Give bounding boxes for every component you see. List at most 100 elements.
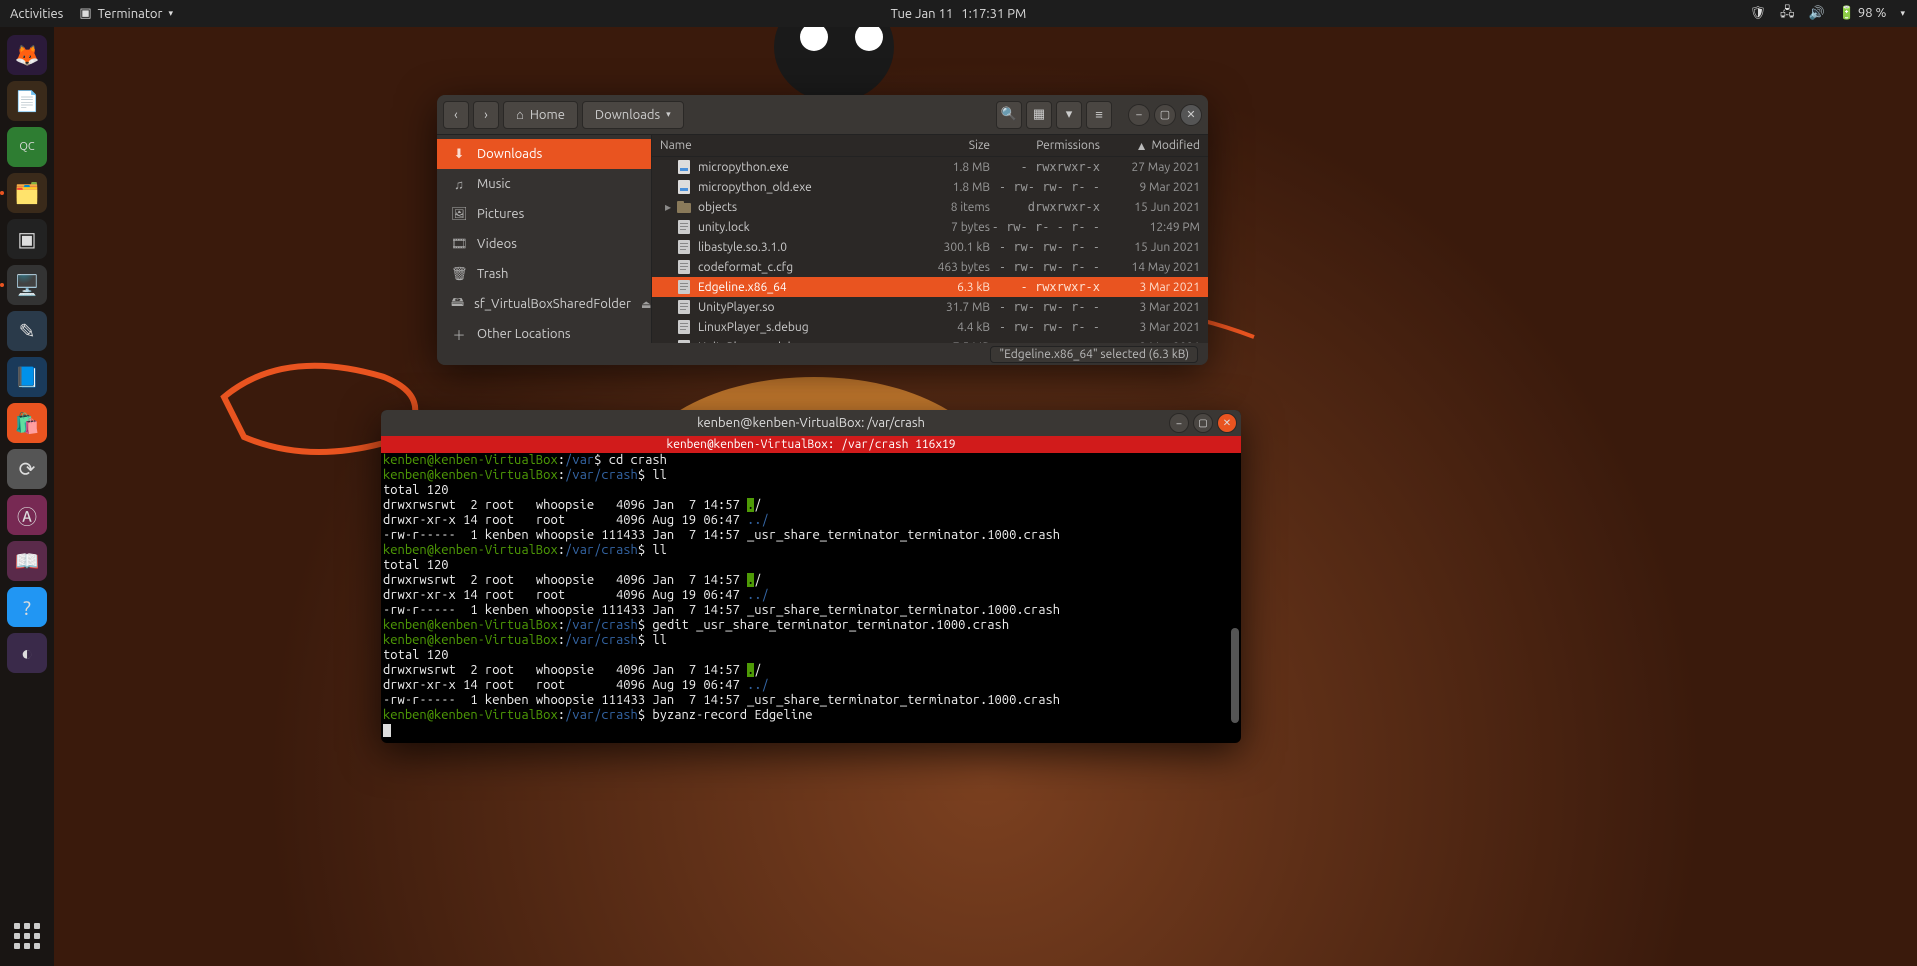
- dock-app-terminal[interactable]: ▣: [7, 219, 47, 259]
- sidebar-item-music[interactable]: ♫Music: [437, 169, 651, 199]
- sidebar-item-pictures[interactable]: 🖼Pictures: [437, 199, 651, 229]
- file-size: 300.1 kB: [910, 241, 990, 254]
- file-name: UnityPlayer.so: [698, 301, 910, 314]
- terminal-title: kenben@kenben-VirtualBox: /var/crash: [697, 416, 925, 430]
- minimize-button[interactable]: –: [1128, 104, 1150, 126]
- nautilus-window: ‹ › ⌂ Home Downloads ▾ 🔍 ▦ ▾ ≡ – ▢ ✕ ⬇: [437, 95, 1208, 365]
- sidebar-label: Trash: [477, 267, 508, 281]
- file-modified: 3 Mar 2021: [1100, 301, 1200, 314]
- terminator-tab-header[interactable]: kenben@kenben-VirtualBox: /var/crash 116…: [381, 436, 1241, 453]
- file-modified: 3 Mar 2021: [1100, 281, 1200, 294]
- path-current[interactable]: Downloads ▾: [582, 101, 684, 129]
- maximize-icon: ▢: [1198, 417, 1207, 429]
- minimize-icon: –: [1136, 109, 1141, 121]
- terminator-window: kenben@kenben-VirtualBox: /var/crash – ▢…: [381, 410, 1241, 743]
- terminal-scrollbar[interactable]: [1231, 465, 1239, 737]
- view-grid-button[interactable]: ▦: [1026, 101, 1052, 129]
- minimize-button[interactable]: –: [1169, 413, 1189, 433]
- file-icon: [676, 180, 692, 194]
- dock-app-firefox[interactable]: 🦊: [7, 35, 47, 75]
- sidebar-item-downloads[interactable]: ⬇Downloads: [437, 139, 651, 169]
- dock-app-dict[interactable]: 📖: [7, 541, 47, 581]
- chevron-down-icon[interactable]: ▾: [1900, 8, 1905, 19]
- shield-icon[interactable]: 🛡: [1750, 6, 1767, 21]
- sidebar-label: Downloads: [477, 147, 542, 161]
- file-perm: - rw- rw- r- -: [990, 320, 1100, 334]
- view-options-button[interactable]: ▾: [1056, 101, 1082, 129]
- dock-app-eclipse[interactable]: ◐: [7, 633, 47, 673]
- eject-icon[interactable]: ⏏: [641, 298, 651, 311]
- file-size: 6.3 kB: [910, 281, 990, 294]
- dock-app-libreoffice[interactable]: 📄: [7, 81, 47, 121]
- dock-app-terminator[interactable]: 🖥️: [7, 265, 47, 305]
- file-perm: - rw- rw- r- -: [990, 260, 1100, 274]
- dock-app-writer[interactable]: 📘: [7, 357, 47, 397]
- status-bar: "Edgeline.x86_64" selected (6.3 kB): [437, 343, 1208, 365]
- show-apps-button[interactable]: [9, 918, 45, 954]
- battery-indicator[interactable]: 🔋 98 %: [1839, 6, 1887, 21]
- maximize-button[interactable]: ▢: [1154, 104, 1176, 126]
- sidebar-item-other-locations[interactable]: ＋Other Locations: [437, 319, 651, 343]
- terminal-titlebar: kenben@kenben-VirtualBox: /var/crash – ▢…: [381, 410, 1241, 436]
- sidebar-icon: 🖴: [451, 293, 464, 315]
- file-row[interactable]: UnityPlayer.so31.7 MB- rw- rw- r- -3 Mar…: [652, 297, 1208, 317]
- file-row[interactable]: micropython.exe1.8 MB- rwxrwxr-x27 May 2…: [652, 157, 1208, 177]
- activities-button[interactable]: Activities: [10, 7, 63, 21]
- path-home[interactable]: ⌂ Home: [503, 101, 578, 129]
- file-row[interactable]: Edgeline.x86_646.3 kB- rwxrwxr-x3 Mar 20…: [652, 277, 1208, 297]
- maximize-icon: ▢: [1160, 108, 1170, 121]
- dock-app-store[interactable]: Ⓐ: [7, 495, 47, 535]
- dock-app-updates[interactable]: ⟳: [7, 449, 47, 489]
- file-row[interactable]: LinuxPlayer_s.debug4.4 kB- rw- rw- r- -3…: [652, 317, 1208, 337]
- volume-icon[interactable]: 🔊: [1809, 6, 1825, 21]
- file-row[interactable]: micropython_old.exe1.8 MB- rw- rw- r- -9…: [652, 177, 1208, 197]
- file-row[interactable]: codeformat_c.cfg463 bytes- rw- rw- r- -1…: [652, 257, 1208, 277]
- sidebar-label: Music: [477, 177, 511, 191]
- dock-app-gedit[interactable]: ✎: [7, 311, 47, 351]
- file-icon: [676, 320, 692, 334]
- file-modified: 12:49 PM: [1100, 221, 1200, 234]
- chevron-down-icon: ▾: [1066, 107, 1073, 122]
- forward-button[interactable]: ›: [473, 101, 499, 129]
- hamburger-menu[interactable]: ≡: [1086, 101, 1112, 129]
- sidebar-icon: 🖼: [451, 207, 467, 222]
- search-button[interactable]: 🔍: [996, 101, 1022, 129]
- file-name: codeformat_c.cfg: [698, 261, 910, 274]
- grid-icon: ▦: [1033, 107, 1045, 122]
- network-icon[interactable]: 🖧: [1780, 3, 1795, 25]
- clock[interactable]: Tue Jan 11 1:17:31 PM: [891, 7, 1027, 21]
- col-modified[interactable]: ▲ Modified: [1100, 139, 1200, 153]
- chevron-down-icon: ▾: [168, 8, 173, 19]
- file-icon: [676, 240, 692, 254]
- dock-app-qc[interactable]: QC: [7, 127, 47, 167]
- file-row[interactable]: libastyle.so.3.1.0300.1 kB- rw- rw- r- -…: [652, 237, 1208, 257]
- file-row[interactable]: unity.lock7 bytes- rw- r- - r- -12:49 PM: [652, 217, 1208, 237]
- close-button[interactable]: ✕: [1217, 413, 1237, 433]
- terminal-body[interactable]: kenben@kenben-VirtualBox:/var$ cd crash …: [381, 453, 1241, 743]
- dock-app-help[interactable]: ?: [7, 587, 47, 627]
- terminal-icon: ▣: [79, 6, 91, 21]
- close-icon: ✕: [1186, 108, 1195, 121]
- close-button[interactable]: ✕: [1180, 104, 1202, 126]
- sidebar-item-videos[interactable]: 🎞Videos: [437, 229, 651, 259]
- col-name[interactable]: Name: [660, 139, 910, 152]
- app-menu[interactable]: ▣ Terminator ▾: [79, 6, 173, 21]
- file-icon: [676, 200, 692, 214]
- col-size[interactable]: Size: [910, 139, 990, 152]
- file-row[interactable]: ▸objects8 itemsdrwxrwxr-x15 Jun 2021: [652, 197, 1208, 217]
- dock-app-software[interactable]: 🛍️: [7, 403, 47, 443]
- file-size: 463 bytes: [910, 261, 990, 274]
- sidebar-item-sf-virtualboxsharedfolder[interactable]: 🖴sf_VirtualBoxSharedFolder⏏: [437, 289, 651, 319]
- col-permissions[interactable]: Permissions: [990, 139, 1100, 152]
- dock-app-files[interactable]: 🗂️: [7, 173, 47, 213]
- back-button[interactable]: ‹: [443, 101, 469, 129]
- close-icon: ✕: [1223, 417, 1231, 429]
- maximize-button[interactable]: ▢: [1193, 413, 1213, 433]
- file-perm: drwxrwxr-x: [990, 200, 1100, 214]
- file-icon: [676, 160, 692, 174]
- expander-icon[interactable]: ▸: [660, 200, 676, 214]
- sidebar-item-trash[interactable]: 🗑Trash: [437, 259, 651, 289]
- file-modified: 3 Mar 2021: [1100, 321, 1200, 334]
- file-name: micropython.exe: [698, 161, 910, 174]
- file-name: LinuxPlayer_s.debug: [698, 321, 910, 334]
